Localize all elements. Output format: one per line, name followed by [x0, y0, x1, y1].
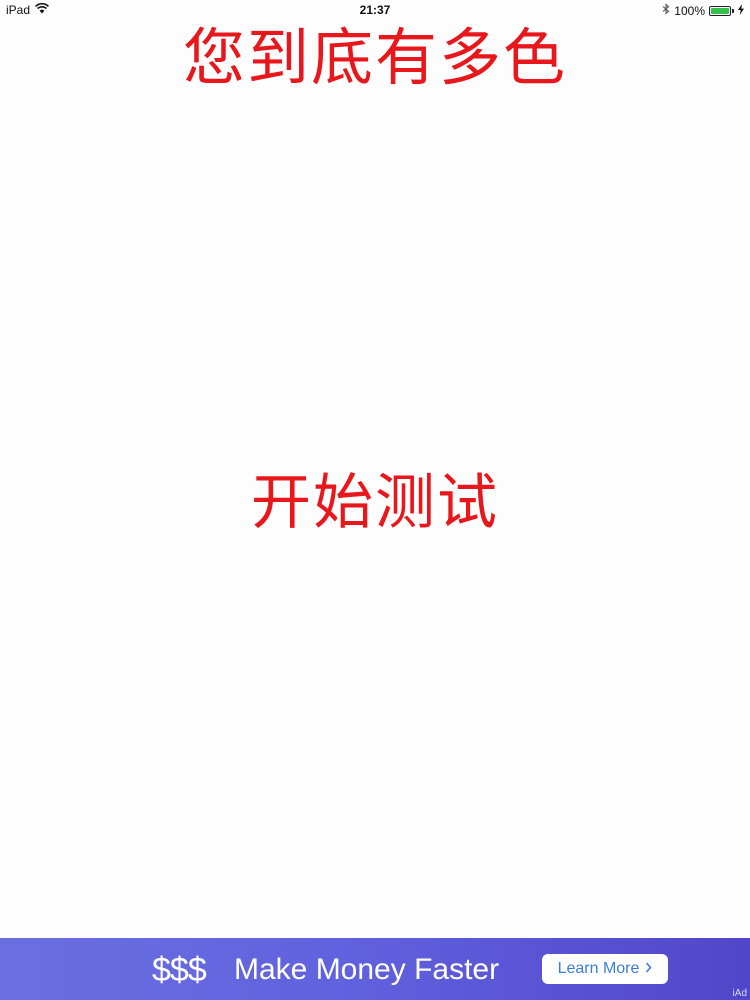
learn-more-label: Learn More [557, 960, 640, 977]
battery-fill [711, 7, 729, 14]
iad-tag: iAd [732, 988, 747, 999]
battery-icon [709, 5, 731, 16]
start-test-button[interactable]: 开始测试 [225, 458, 525, 548]
status-right: 100% [662, 3, 744, 18]
ad-dollar-symbol: $$$ [152, 951, 207, 989]
ad-banner[interactable]: $$$ Make Money Faster Learn More iAd [0, 938, 750, 1000]
page-title: 您到底有多色 [182, 21, 567, 94]
bluetooth-icon [662, 3, 670, 18]
learn-more-button[interactable]: Learn More [542, 954, 668, 984]
status-time: 21:37 [359, 3, 391, 17]
screen: iPad 21:37 100% 您到底有多色 开始测试 $$$ Make Mon… [0, 0, 750, 1000]
battery-tip [732, 8, 734, 13]
chevron-right-icon [645, 954, 652, 984]
battery-percent: 100% [674, 3, 705, 18]
charging-bolt-icon [738, 3, 744, 18]
ad-headline: Make Money Faster [234, 953, 500, 986]
